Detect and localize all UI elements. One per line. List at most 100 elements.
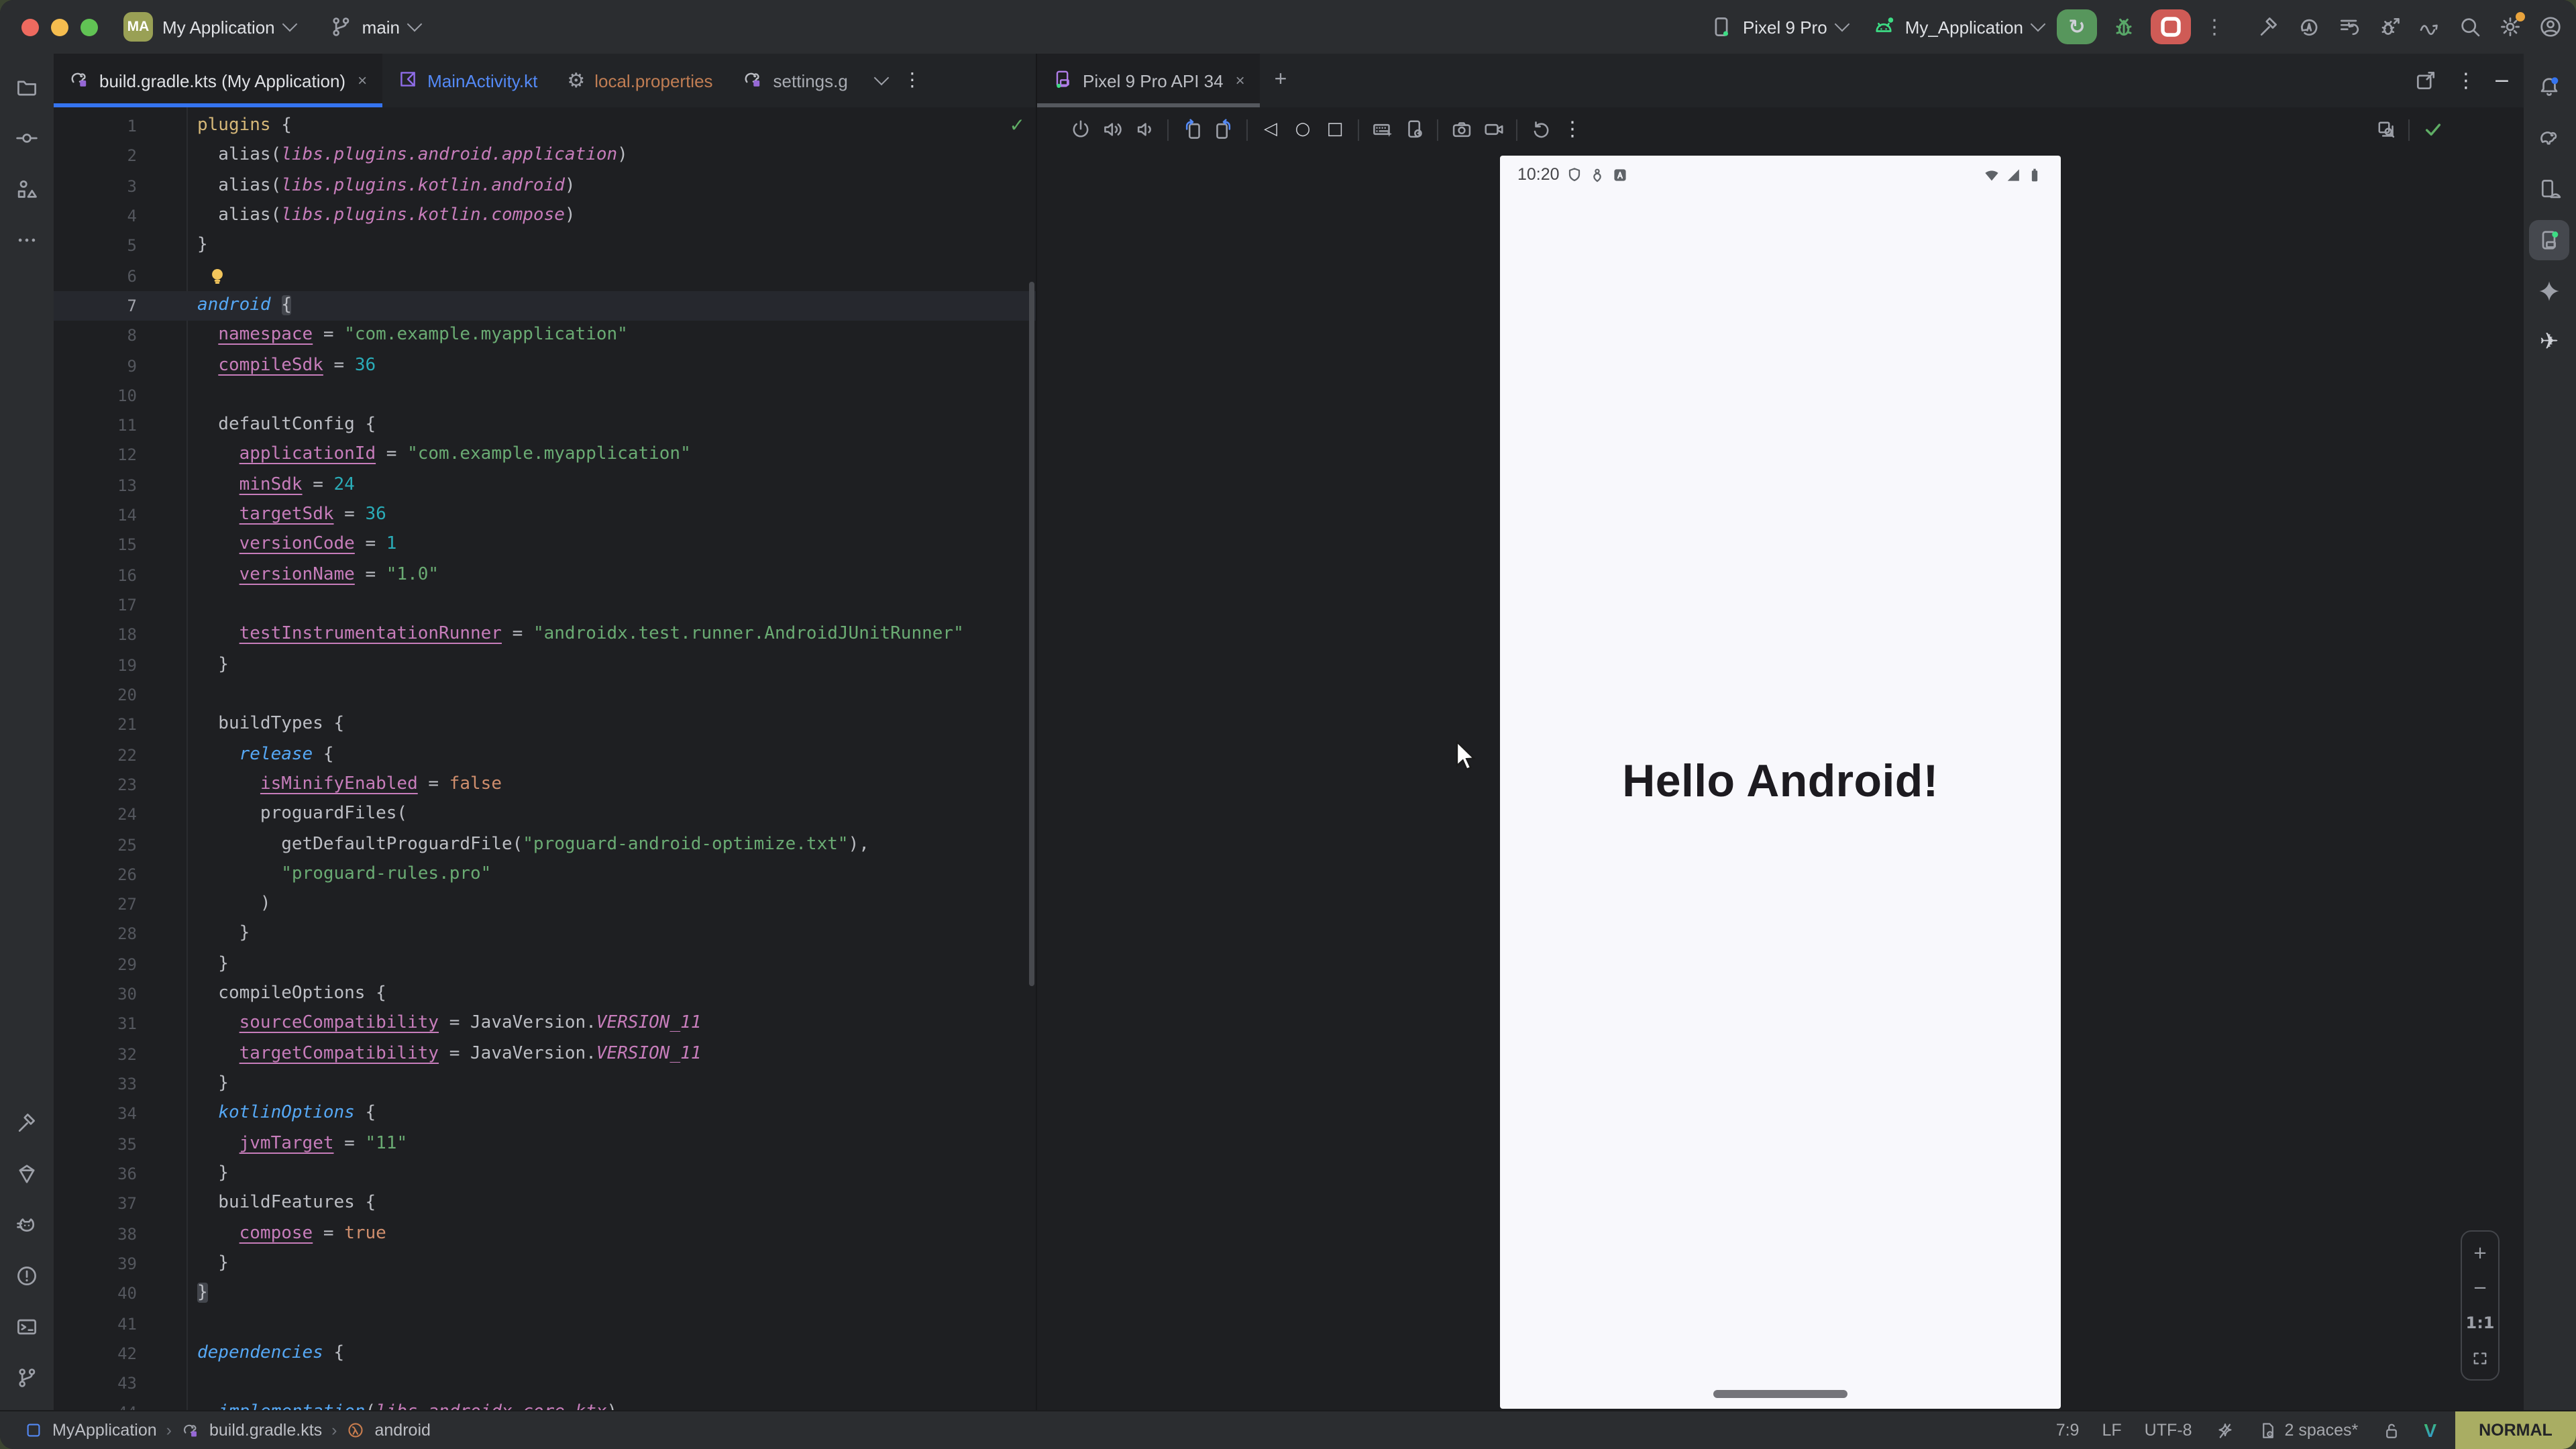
line-number[interactable]: 1 [54,111,137,142]
stop-button[interactable] [2151,9,2191,44]
home-icon[interactable]: ○ [1287,113,1319,146]
volume-up-icon[interactable] [1096,113,1128,146]
toolwindow-app-inspection-icon[interactable] [7,1154,47,1194]
zoom-fit-button[interactable] [2470,1342,2490,1374]
ideavim-icon[interactable]: V [2424,1419,2436,1441]
code-text[interactable]: release { [197,740,334,770]
line-number[interactable]: 3 [54,171,137,201]
line-number[interactable]: 31 [54,1010,137,1040]
attach-debugger-icon[interactable] [2377,15,2402,39]
breadcrumb-item[interactable]: build.gradle.kts [209,1421,322,1440]
line-number[interactable]: 19 [54,650,137,680]
vcs-branch-widget[interactable]: main [329,15,420,39]
profiler-icon[interactable] [2418,15,2442,39]
code-text[interactable]: alias(libs.plugins.android.application) [197,142,628,172]
code-text[interactable]: android { [197,291,292,321]
toolwindow-running-devices-icon[interactable] [2529,220,2569,260]
code-editor[interactable]: 1plugins {2 alias(libs.plugins.android.a… [54,107,1036,1411]
line-number[interactable]: 29 [54,950,137,980]
code-text[interactable]: compileSdk = 36 [197,351,376,381]
line-ending-widget[interactable]: LF [2102,1421,2121,1440]
line-number[interactable]: 43 [54,1368,137,1399]
volume-down-icon[interactable] [1128,113,1161,146]
line-number[interactable]: 28 [54,920,137,950]
device-selector[interactable]: Pixel 9 Pro [1709,15,1847,39]
kebab-icon[interactable]: ⋮ [2456,70,2476,91]
line-number[interactable]: 33 [54,1069,137,1099]
maximize-window-button[interactable] [80,18,98,36]
project-selector[interactable]: My Application [162,17,275,37]
line-number[interactable]: 7 [54,291,137,321]
intention-bulb-icon[interactable] [205,264,229,288]
toolwindow-problems-icon[interactable] [7,1256,47,1296]
code-text[interactable]: defaultConfig { [197,411,376,441]
line-number[interactable]: 37 [54,1189,137,1220]
toolwindow-version-control-icon[interactable] [7,1358,47,1398]
line-number[interactable]: 5 [54,231,137,262]
code-text[interactable]: } [197,1069,229,1099]
code-text[interactable]: applicationId = "com.example.myapplicati… [197,441,691,471]
code-text[interactable]: } [197,1159,229,1189]
toolwindow-gemini-icon[interactable] [2529,271,2569,311]
tab-list-chevron-icon[interactable] [874,70,890,86]
toolwindow-build-hammer-icon[interactable] [7,1103,47,1143]
minimize-window-button[interactable] [51,18,68,36]
line-number[interactable]: 17 [54,590,137,621]
code-text[interactable]: targetCompatibility = JavaVersion.VERSIO… [197,1039,701,1069]
settings-icon[interactable] [2498,15,2522,39]
code-text[interactable]: } [197,1279,208,1309]
apply-changes-icon[interactable] [2297,15,2321,39]
more-run-options-icon[interactable]: ⋮ [2204,15,2224,39]
line-number[interactable]: 38 [54,1219,137,1249]
minimize-icon[interactable]: − [2493,70,2510,91]
gesture-navigation-bar[interactable] [1713,1390,1847,1398]
new-device-tab-button[interactable]: + [1260,54,1302,107]
line-number[interactable]: 11 [54,411,137,441]
code-text[interactable]: } [197,1249,229,1279]
line-number[interactable]: 30 [54,979,137,1010]
toolwindow-terminal-icon[interactable] [7,1307,47,1347]
inspection-status-check-icon[interactable]: ✓ [1010,115,1025,137]
editor-tab-build.gradle.kts[interactable]: build.gradle.kts (My Application)× [54,54,382,107]
rotate-left-icon[interactable] [1175,113,1208,146]
code-text[interactable]: jvmTarget = "11" [197,1129,407,1159]
line-number[interactable]: 18 [54,621,137,651]
toolwindow-project-folder-icon[interactable] [7,67,47,107]
code-text[interactable]: } [197,920,250,950]
account-icon[interactable] [2538,15,2563,39]
rotate-right-icon[interactable] [1208,113,1240,146]
line-number[interactable]: 36 [54,1159,137,1189]
toolwindow-gradle-icon[interactable] [2529,118,2569,158]
vim-mode-badge[interactable]: NORMAL [2455,1411,2576,1449]
code-text[interactable]: compileOptions { [197,979,386,1010]
editor-tab-MainActivity.kt[interactable]: MainActivity.kt [382,54,552,107]
code-text[interactable]: alias(libs.plugins.kotlin.compose) [197,201,576,231]
code-text[interactable]: sourceCompatibility = JavaVersion.VERSIO… [197,1010,701,1040]
zoom-out-button[interactable]: − [2473,1272,2487,1304]
editor-tab-local.properties[interactable]: ⚙local.properties [552,54,727,107]
editor-tab-settings.g[interactable]: settings.g [728,54,863,107]
line-number[interactable]: 8 [54,321,137,351]
breadcrumb-item[interactable]: MyApplication [52,1421,157,1440]
code-text[interactable]: buildFeatures { [197,1189,376,1220]
code-text[interactable]: testInstrumentationRunner = "androidx.te… [197,621,964,651]
tab-options-kebab-icon[interactable]: ⋮ [903,70,922,91]
back-icon[interactable]: ◁ [1254,113,1287,146]
line-number[interactable]: 41 [54,1309,137,1339]
line-number[interactable]: 6 [54,261,137,291]
zoom-reset-button[interactable]: 1:1 [2466,1307,2495,1339]
line-number[interactable]: 27 [54,890,137,920]
line-number[interactable]: 26 [54,860,137,890]
code-text[interactable]: buildTypes { [197,710,344,741]
line-number[interactable]: 25 [54,830,137,860]
line-number[interactable]: 23 [54,770,137,800]
screenshot-icon[interactable] [1445,113,1477,146]
zoom-in-button[interactable]: + [2473,1237,2487,1269]
code-text[interactable]: proguardFiles( [197,800,407,830]
apply-code-changes-icon[interactable] [2337,15,2361,39]
code-text[interactable]: namespace = "com.example.myapplication" [197,321,628,351]
code-text[interactable]: } [197,650,229,680]
snapshot-reset-icon[interactable] [1524,113,1556,146]
kebab-icon[interactable]: ⋮ [1556,113,1589,146]
code-text[interactable]: dependencies { [197,1339,344,1369]
